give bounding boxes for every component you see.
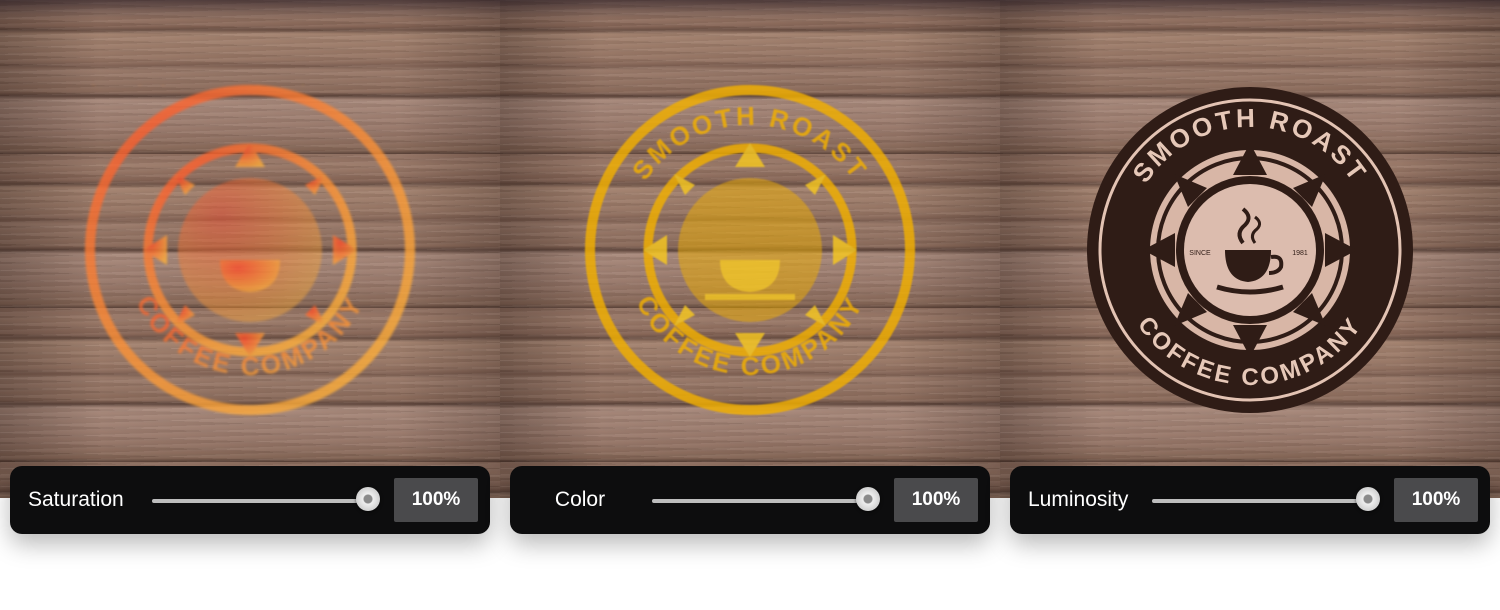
opacity-value-field[interactable]: 100% — [394, 478, 478, 522]
opacity-slider-thumb[interactable] — [1356, 487, 1380, 511]
blend-preview-saturation: SMOOTH ROAST COFFEE COMPANY Saturation 1… — [0, 0, 500, 610]
opacity-value-field[interactable]: 100% — [1394, 478, 1478, 522]
opacity-slider-thumb[interactable] — [856, 487, 880, 511]
logo-emblem: SMOOTH ROAST COFFEE COMPANY — [585, 85, 915, 415]
opacity-slider-track[interactable] — [152, 499, 372, 503]
blend-mode-label: Luminosity — [1028, 488, 1129, 511]
opacity-value-field[interactable]: 100% — [894, 478, 978, 522]
opacity-slider-thumb[interactable] — [356, 487, 380, 511]
logo-top-text: SMOOTH ROAST — [85, 85, 333, 91]
blend-preview-luminosity: SMOOTH ROAST COFFEE COMPANY SINCE 1981 L… — [1000, 0, 1500, 610]
logo-emblem: SMOOTH ROAST COFFEE COMPANY SINCE 1981 — [1085, 85, 1415, 415]
blend-control-bar: Luminosity 100% — [1010, 466, 1490, 534]
blend-control-bar: Saturation 100% — [10, 466, 490, 534]
wood-background-image: SMOOTH ROAST COFFEE COMPANY — [0, 0, 500, 498]
blend-mode-label: Color — [554, 488, 606, 511]
wood-background-image: SMOOTH ROAST COFFEE COMPANY — [500, 0, 1000, 498]
svg-text:SINCE: SINCE — [1189, 250, 1211, 257]
blend-mode-label: Saturation — [28, 488, 124, 511]
logo-emblem: SMOOTH ROAST COFFEE COMPANY — [85, 85, 415, 415]
blend-preview-color: SMOOTH ROAST COFFEE COMPANY Color 100% — [500, 0, 1000, 610]
svg-text:1981: 1981 — [1292, 250, 1308, 257]
opacity-slider-track[interactable] — [652, 499, 872, 503]
blend-control-bar: Color 100% — [510, 466, 990, 534]
opacity-slider-track[interactable] — [1152, 499, 1372, 503]
wood-background-image: SMOOTH ROAST COFFEE COMPANY SINCE 1981 — [1000, 0, 1500, 498]
